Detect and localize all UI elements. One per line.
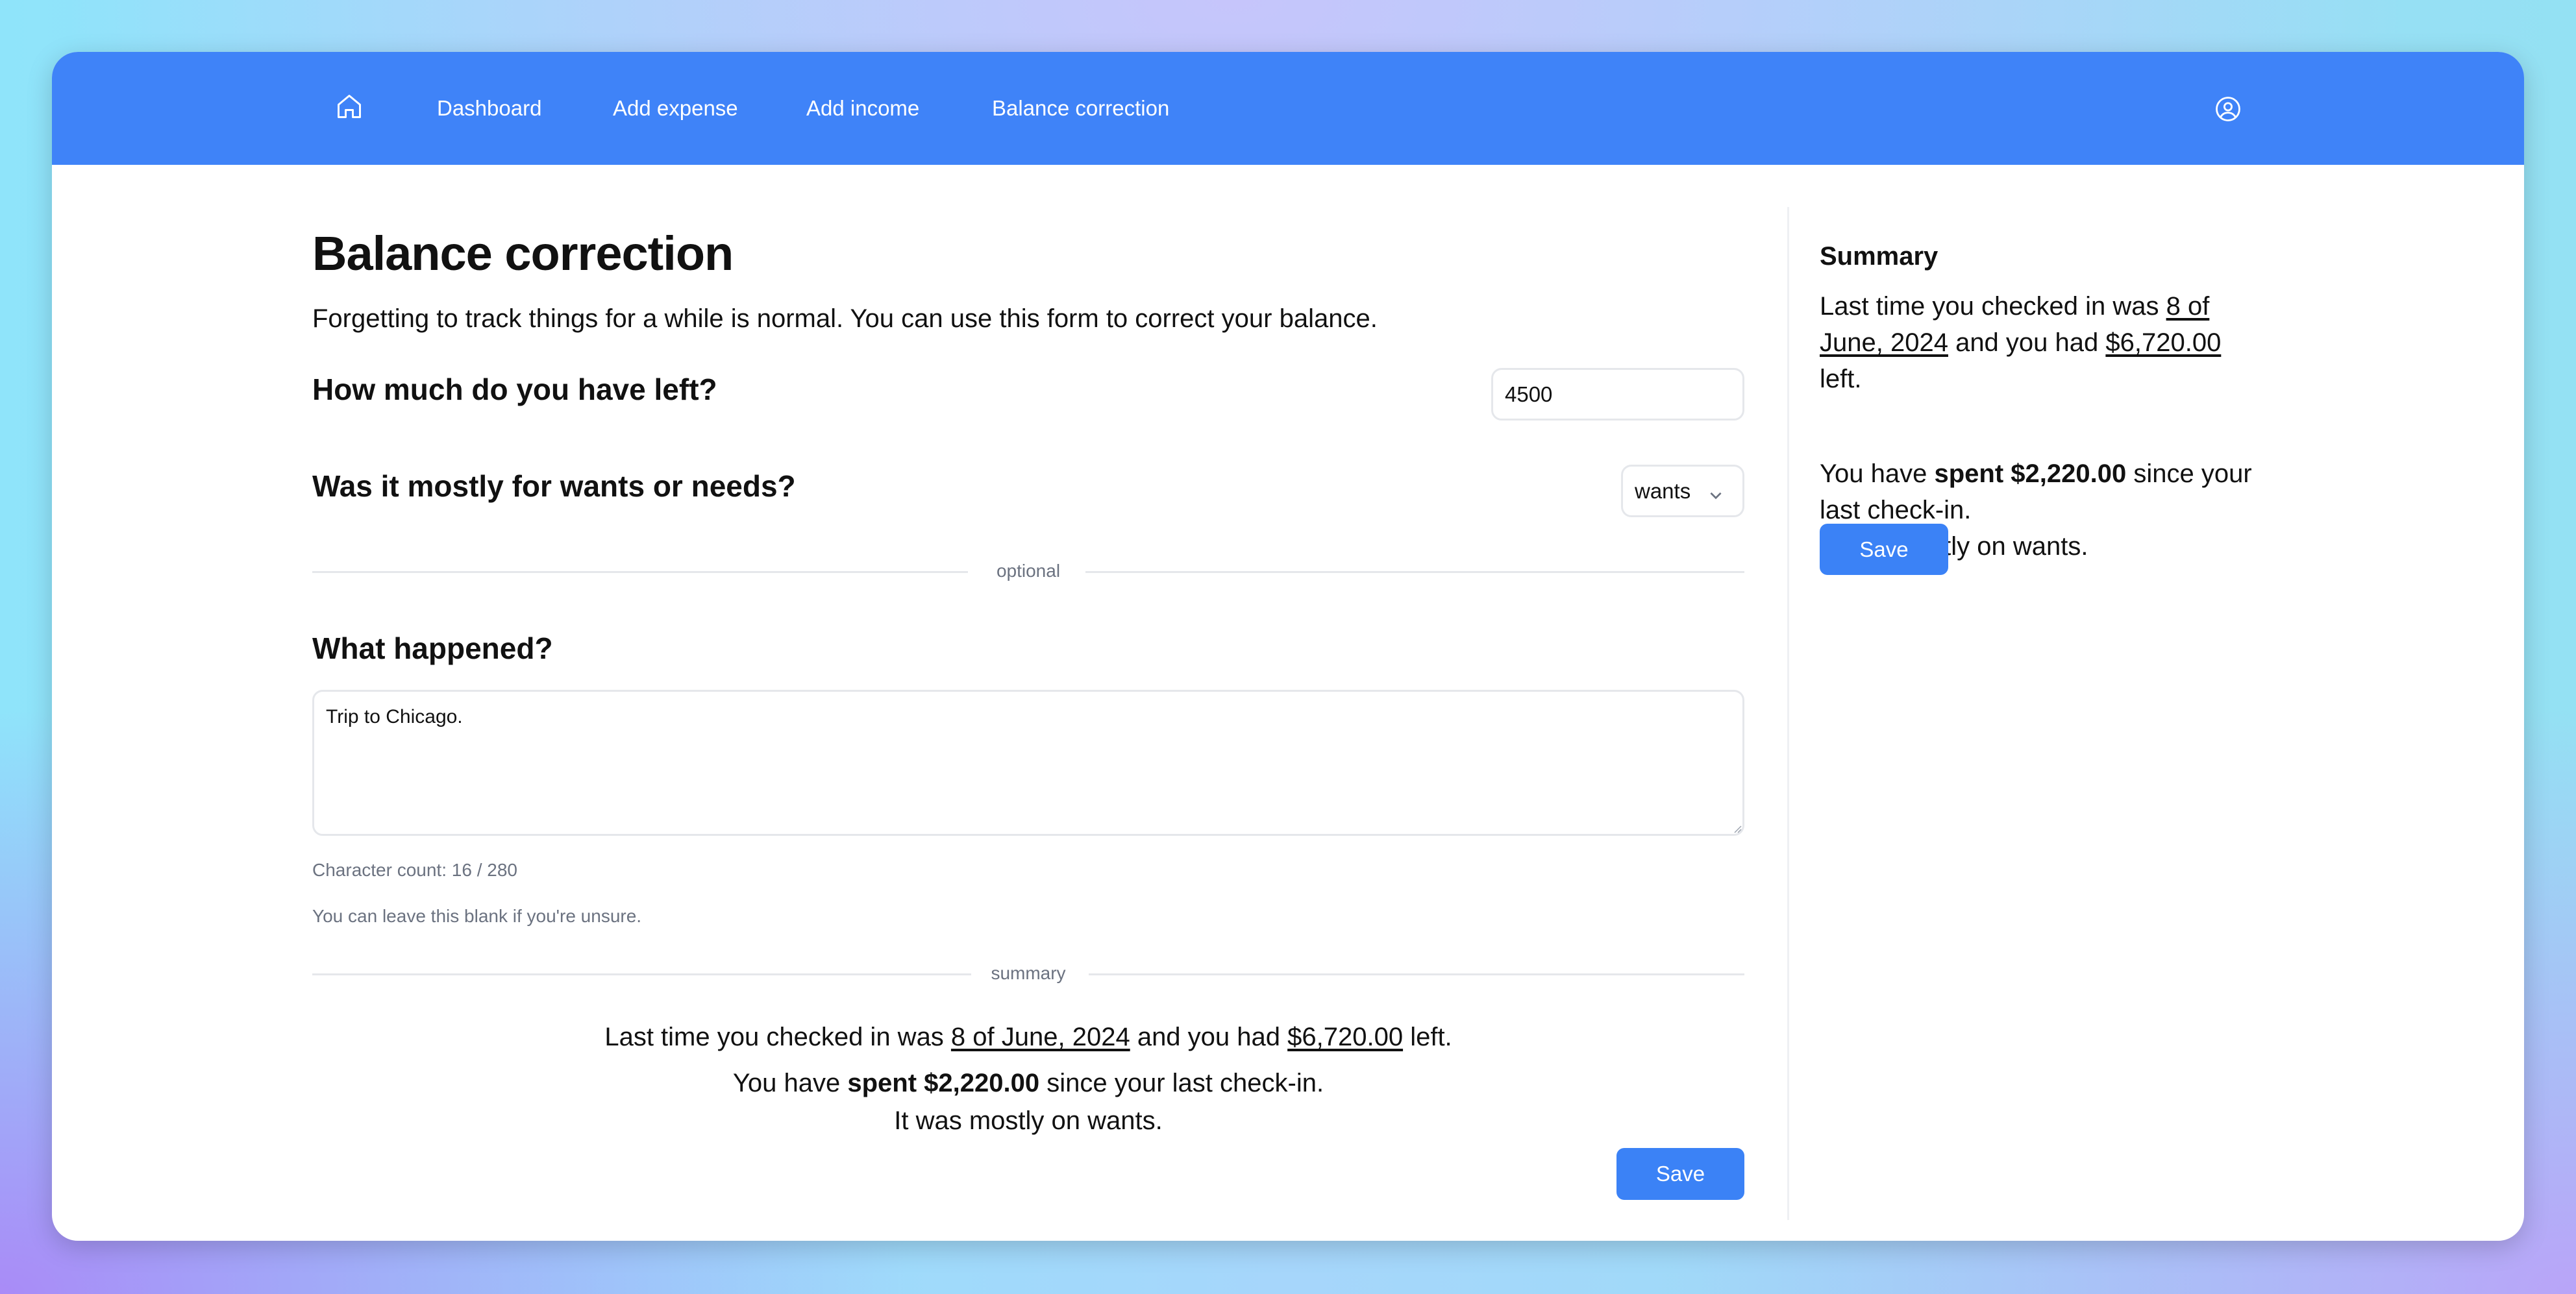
sidebar-summary-p1: Last time you checked in was 8 of June, … [1820,292,2222,393]
wants-needs-select[interactable]: wants [1621,465,1744,517]
page-title: Balance correction [312,226,734,280]
nav-balance-correction[interactable]: Balance correction [992,95,1169,122]
column-divider [1787,207,1789,1220]
last-checkin-date: 8 of June, 2024 [950,1023,1130,1051]
divider [1089,973,1744,975]
spent-amount: spent $2,220.00 [847,1069,1040,1097]
summary-line-1: Last time you checked in was 8 of June, … [604,1023,1452,1051]
character-count: Character count: 16 / 280 [312,860,517,880]
optional-divider-label: optional [996,561,1061,581]
summary-divider-label: summary [991,963,1066,983]
sidebar-save-button[interactable]: Save [1820,524,1948,575]
what-question: What happened? [312,631,553,665]
hint-text: You can leave this blank if you're unsur… [312,906,642,926]
summary-heading: Summary [1820,242,1938,271]
resize-handle-icon[interactable] [1731,823,1742,836]
select-value: wants [1635,478,1691,503]
type-question: Was it mostly for wants or needs? [312,469,796,503]
left-question: How much do you have left? [312,372,717,406]
nav-add-income[interactable]: Add income [806,95,919,122]
divider [1085,571,1744,573]
last-balance: $6,720.00 [1287,1023,1404,1051]
summary-line-2: You have spent $2,220.00 since your last… [732,1069,1324,1097]
user-circle-icon[interactable] [2214,95,2242,123]
save-button[interactable]: Save [1616,1148,1744,1200]
what-happened-textarea[interactable]: Trip to Chicago. [312,690,1744,836]
page-subtitle: Forgetting to track things for a while i… [312,304,1378,333]
divider [312,571,968,573]
amount-left-input[interactable]: 4500 [1491,368,1744,421]
nav-add-expense[interactable]: Add expense [613,95,738,122]
nav-dashboard[interactable]: Dashboard [437,95,541,122]
home-icon[interactable] [335,91,364,122]
top-nav: Dashboard Add expense Add income Balance… [52,52,2524,165]
summary-line-3: It was mostly on wants. [894,1106,1163,1135]
app-window: Dashboard Add expense Add income Balance… [52,52,2524,1241]
chevron-down-icon [1707,484,1724,509]
divider [312,973,971,975]
